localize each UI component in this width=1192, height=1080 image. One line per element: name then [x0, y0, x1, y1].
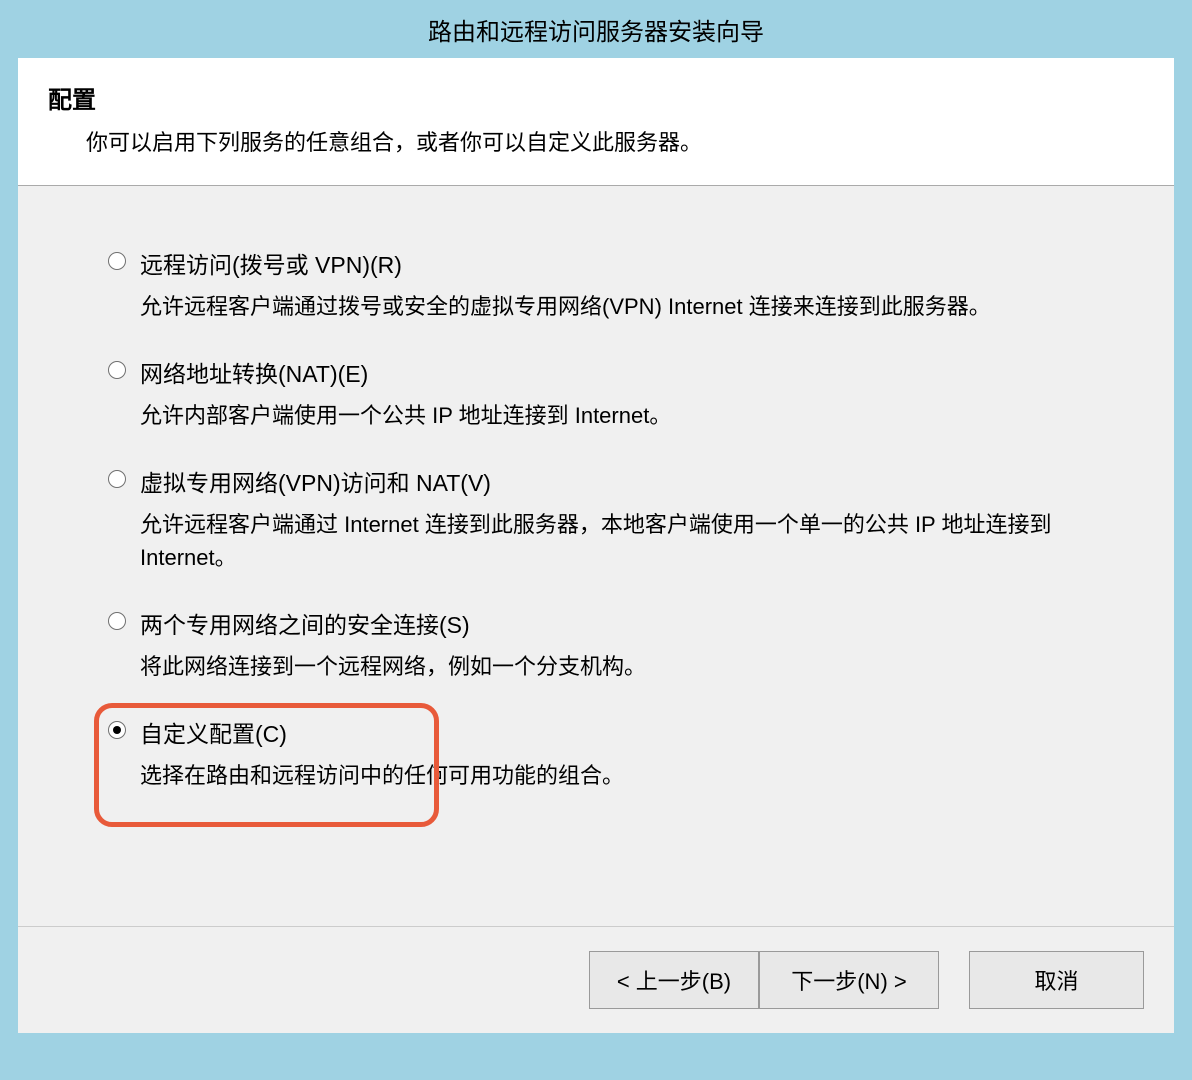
option-desc-remote-access: 允许远程客户端通过拨号或安全的虚拟专用网络(VPN) Internet 连接来连… — [140, 290, 1114, 323]
back-button[interactable]: < 上一步(B) — [589, 951, 759, 1009]
cancel-button[interactable]: 取消 — [969, 951, 1144, 1009]
option-desc-nat: 允许内部客户端使用一个公共 IP 地址连接到 Internet。 — [140, 399, 1114, 432]
radio-nat[interactable] — [108, 361, 126, 379]
option-label-remote-access[interactable]: 远程访问(拨号或 VPN)(R) — [140, 246, 402, 280]
button-bar: < 上一步(B) 下一步(N) > 取消 — [18, 926, 1174, 1033]
radio-vpn-nat[interactable] — [108, 470, 126, 488]
title-bar: 路由和远程访问服务器安装向导 — [0, 0, 1192, 58]
radio-secure-connection[interactable] — [108, 612, 126, 630]
page-heading: 配置 — [48, 80, 1144, 115]
wizard-window: 路由和远程访问服务器安装向导 配置 你可以启用下列服务的任意组合，或者你可以自定… — [0, 0, 1192, 1080]
radio-remote-access[interactable] — [108, 252, 126, 270]
option-vpn-nat: 虚拟专用网络(VPN)访问和 NAT(V) 允许远程客户端通过 Internet… — [108, 464, 1114, 574]
option-desc-custom: 选择在路由和远程访问中的任何可用功能的组合。 — [140, 759, 1114, 792]
option-desc-secure-connection: 将此网络连接到一个远程网络，例如一个分支机构。 — [140, 650, 1114, 683]
option-remote-access: 远程访问(拨号或 VPN)(R) 允许远程客户端通过拨号或安全的虚拟专用网络(V… — [108, 246, 1114, 323]
next-button[interactable]: 下一步(N) > — [759, 951, 939, 1009]
option-secure-connection: 两个专用网络之间的安全连接(S) 将此网络连接到一个远程网络，例如一个分支机构。 — [108, 606, 1114, 683]
radio-custom[interactable] — [108, 721, 126, 739]
option-label-secure-connection[interactable]: 两个专用网络之间的安全连接(S) — [140, 606, 470, 640]
option-desc-vpn-nat: 允许远程客户端通过 Internet 连接到此服务器，本地客户端使用一个单一的公… — [140, 508, 1114, 574]
option-label-custom[interactable]: 自定义配置(C) — [140, 715, 287, 749]
option-label-vpn-nat[interactable]: 虚拟专用网络(VPN)访问和 NAT(V) — [140, 464, 491, 498]
option-label-nat[interactable]: 网络地址转换(NAT)(E) — [140, 355, 368, 389]
option-nat: 网络地址转换(NAT)(E) 允许内部客户端使用一个公共 IP 地址连接到 In… — [108, 355, 1114, 432]
header-panel: 配置 你可以启用下列服务的任意组合，或者你可以自定义此服务器。 — [18, 58, 1174, 186]
page-subheading: 你可以启用下列服务的任意组合，或者你可以自定义此服务器。 — [86, 125, 1144, 157]
window-title: 路由和远程访问服务器安装向导 — [428, 12, 764, 47]
options-panel: 远程访问(拨号或 VPN)(R) 允许远程客户端通过拨号或安全的虚拟专用网络(V… — [18, 186, 1174, 926]
option-custom: 自定义配置(C) 选择在路由和远程访问中的任何可用功能的组合。 — [108, 715, 1114, 792]
